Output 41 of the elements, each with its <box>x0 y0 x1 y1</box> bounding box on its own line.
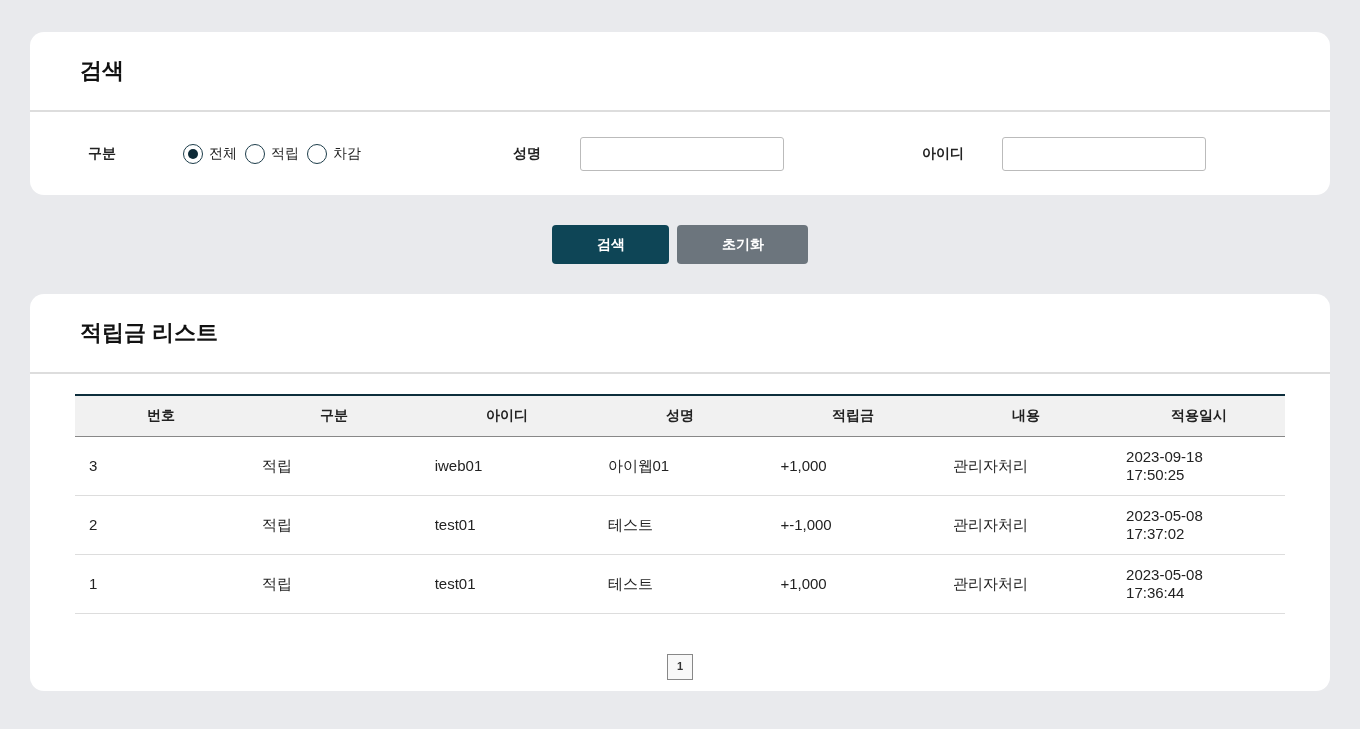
table-cell: 관리자처리 <box>939 554 1113 613</box>
radio-label[interactable]: 전체 <box>209 143 237 164</box>
column-header: 적립금 <box>766 395 940 436</box>
table-cell: 적립 <box>247 554 421 613</box>
column-header: 성명 <box>593 395 767 436</box>
table-cell: 2023-09-18 17:50:25 <box>1112 436 1285 495</box>
column-header: 아이디 <box>420 395 594 436</box>
column-header: 적용일시 <box>1112 395 1285 436</box>
table-cell: iweb01 <box>420 436 594 495</box>
panel-title: 적립금 리스트 <box>80 319 219 347</box>
field-label: 구분 <box>88 144 117 163</box>
table-cell: 2 <box>75 495 248 554</box>
table-cell: test01 <box>420 554 594 613</box>
column-header: 구분 <box>247 395 421 436</box>
table-cell: 관리자처리 <box>939 436 1113 495</box>
page-button[interactable]: 1 <box>667 653 693 680</box>
column-header: 번호 <box>75 395 248 436</box>
field-label: 성명 <box>513 144 542 163</box>
table-cell: 1 <box>75 554 248 613</box>
radio-label[interactable]: 차감 <box>333 143 361 164</box>
table-cell: test01 <box>420 495 594 554</box>
table-cell: +-1,000 <box>766 495 940 554</box>
column-header: 내용 <box>939 395 1113 436</box>
table-cell: 테스트 <box>593 554 767 613</box>
text-field[interactable] <box>1002 136 1206 171</box>
table-cell: 테스트 <box>593 495 767 554</box>
table-cell: +1,000 <box>766 436 940 495</box>
radio-label[interactable]: 적립 <box>271 143 299 164</box>
reset-button[interactable]: 초기화 <box>677 225 808 264</box>
panel-title: 검색 <box>80 57 124 85</box>
table-cell: +1,000 <box>766 554 940 613</box>
table-cell: 3 <box>75 436 248 495</box>
table-cell: 2023-05-08 17:36:44 <box>1112 554 1285 613</box>
table-cell: 2023-05-08 17:37:02 <box>1112 495 1285 554</box>
search-button[interactable]: 검색 <box>552 225 669 264</box>
table-cell: 적립 <box>247 495 421 554</box>
text-field[interactable] <box>580 136 784 171</box>
table-cell: 아이웹01 <box>593 436 767 495</box>
table-cell: 관리자처리 <box>939 495 1113 554</box>
table-cell: 적립 <box>247 436 421 495</box>
field-label: 아이디 <box>922 144 965 163</box>
